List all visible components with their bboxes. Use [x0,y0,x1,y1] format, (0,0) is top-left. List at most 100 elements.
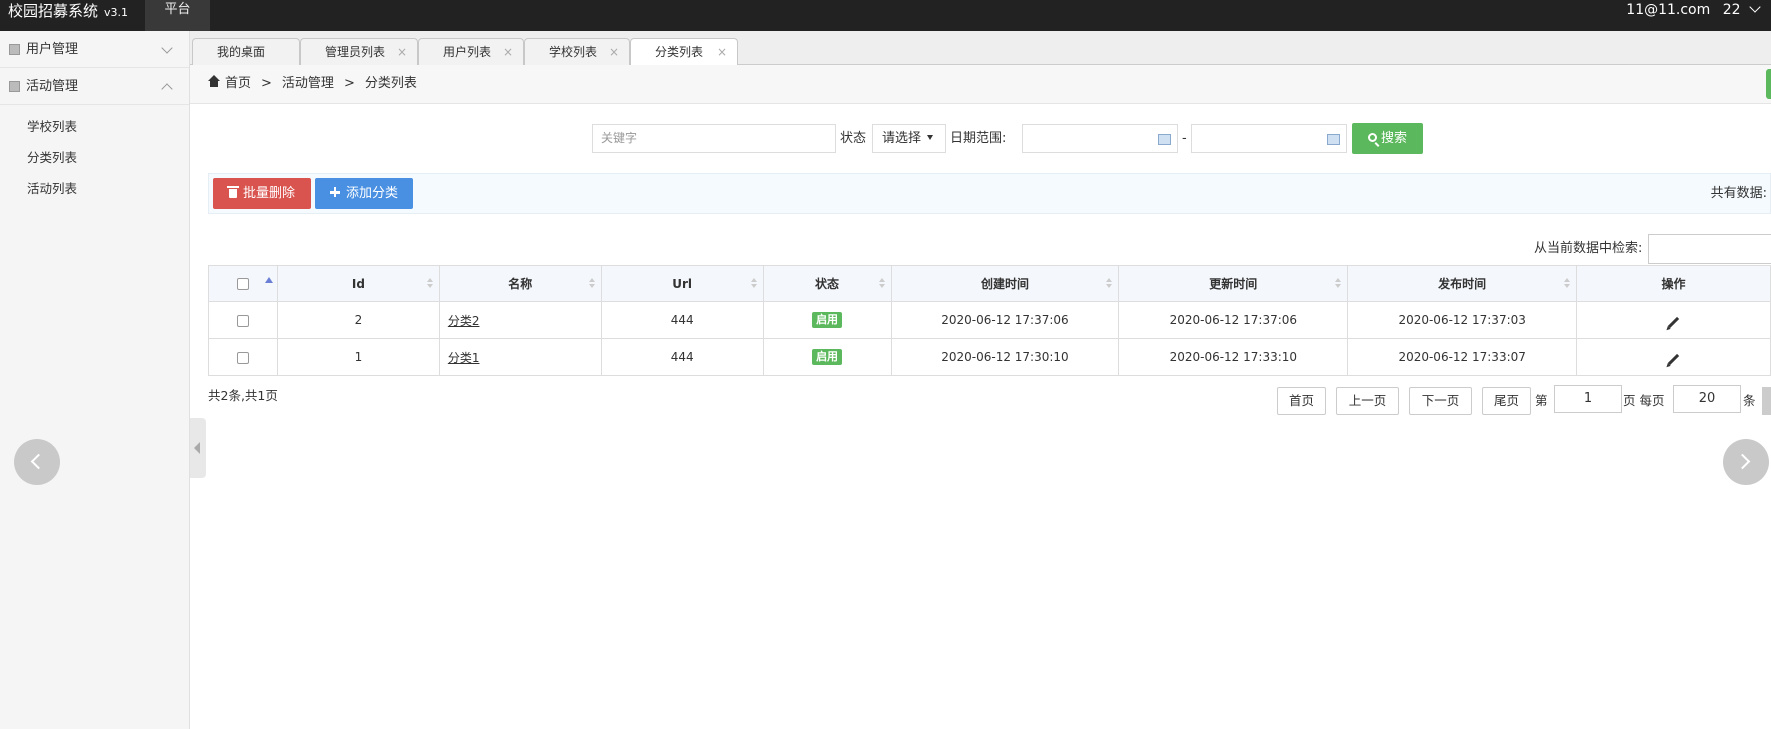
select-all-checkbox[interactable] [236,278,249,290]
edit-icon[interactable] [1667,353,1680,366]
column-header-url[interactable]: Url [600,265,764,302]
chevron-down-icon [161,42,173,54]
sort-icon [1335,278,1342,290]
header-label: 发布时间 [1438,277,1487,291]
select-all-header[interactable] [208,265,278,302]
tab-bar: 我的桌面 管理员列表 × 用户列表 × 学校列表 × 分类列表 × [190,31,1771,66]
sort-asc-icon[interactable] [264,277,273,283]
close-icon[interactable]: × [717,39,727,65]
sort-icon [1564,278,1571,290]
add-category-button[interactable]: 添加分类 [315,178,413,209]
tab-user-list[interactable]: 用户列表 × [418,38,524,65]
sidebar-group-activity-management[interactable]: 活动管理 [0,68,189,105]
breadcrumb-separator: > [261,76,272,91]
column-header-published[interactable]: 发布时间 [1347,265,1578,302]
header-label: 创建时间 [980,277,1029,291]
prev-arrow-button[interactable] [14,439,60,485]
status-badge: 启用 [812,349,843,365]
page-next-button[interactable]: 下一页 [1409,387,1472,415]
tab-school-list[interactable]: 学校列表 × [524,38,630,65]
menu-icon [9,81,20,92]
sort-icon [878,278,885,290]
menu-icon [9,44,20,55]
breadcrumb-level2: 分类列表 [364,76,417,91]
date-end-input[interactable] [1191,124,1347,153]
page-number-input[interactable]: 1 [1554,385,1622,413]
app-logo[interactable]: 校园招募系统 v3.1 [8,0,128,22]
cell-updated: 2020-06-12 17:33:10 [1118,338,1349,376]
cell-updated: 2020-06-12 17:37:06 [1118,301,1349,339]
page-go-button[interactable] [1762,387,1771,415]
refresh-button[interactable] [1766,69,1771,99]
edit-icon[interactable] [1667,316,1680,329]
status-select[interactable]: 请选择 [872,124,946,153]
column-header-updated[interactable]: 更新时间 [1118,265,1349,302]
add-category-label: 添加分类 [345,186,398,201]
date-start-input[interactable] [1022,124,1178,153]
page-prev-button[interactable]: 上一页 [1336,387,1399,415]
row-checkbox[interactable] [236,351,249,364]
breadcrumb-home[interactable]: 首页 [225,76,251,91]
keyword-search-input[interactable]: 关键字 [592,124,836,153]
sidebar-item-category-list[interactable]: 分类列表 [0,142,189,173]
table-row: 2 分类2 444 启用 2020-06-12 17:37:06 2020-06… [208,301,1771,339]
batch-delete-label: 批量删除 [242,186,295,201]
sort-icon [426,278,433,290]
page-prefix: 第 [1535,393,1548,408]
tab-admin-list[interactable]: 管理员列表 × [300,38,418,65]
user-menu[interactable]: 11@11.com 22 [1626,0,1761,20]
header-label: 名称 [508,277,533,291]
platform-menu[interactable]: 平台 [145,0,210,31]
per-page-input[interactable]: 20 [1673,385,1741,413]
tab-category-list[interactable]: 分类列表 × [630,38,738,66]
header-label: Id [351,276,365,291]
user-email: 11@11.com [1626,2,1711,18]
page-suffix: 页 每页 [1623,393,1665,408]
column-header-created[interactable]: 创建时间 [890,265,1120,302]
sidebar-item-activity-list[interactable]: 活动列表 [0,173,189,204]
sidebar-collapse-handle[interactable] [190,418,206,478]
search-icon [1367,133,1377,142]
filter-label: 从当前数据中检索: [1534,241,1643,256]
sidebar-submenu: 学校列表 分类列表 活动列表 [0,105,189,204]
tab-label: 学校列表 [549,45,598,59]
next-arrow-button[interactable] [1723,439,1769,485]
category-table: Id 名称 Url 状态 创建时间 更新时间 发布时间 操作 2 分类2 444… [208,265,1771,376]
row-checkbox[interactable] [236,314,249,327]
table-row: 1 分类1 444 启用 2020-06-12 17:30:10 2020-06… [208,338,1771,376]
sort-icon [750,278,757,290]
cell-status: 启用 [762,301,892,339]
category-name-link[interactable]: 分类2 [448,314,480,328]
close-icon[interactable]: × [397,39,407,65]
column-header-status[interactable]: 状态 [762,265,892,302]
header-label: Url [672,276,693,291]
tab-label: 我的桌面 [217,45,266,59]
batch-delete-button[interactable]: 批量删除 [213,178,311,209]
search-button[interactable]: 搜索 [1352,123,1423,154]
tab-label: 用户列表 [443,45,492,59]
table-header-row: Id 名称 Url 状态 创建时间 更新时间 发布时间 操作 [208,265,1771,302]
home-icon [208,75,220,87]
page-last-button[interactable]: 尾页 [1482,387,1531,415]
header-label: 更新时间 [1209,277,1258,291]
close-icon[interactable]: × [503,39,513,65]
caret-left-icon [194,442,200,454]
filter-input[interactable] [1648,234,1771,264]
column-header-id[interactable]: Id [276,265,440,302]
page-first-button[interactable]: 首页 [1277,387,1326,415]
tab-desktop[interactable]: 我的桌面 [192,38,300,65]
user-suffix: 22 [1722,2,1741,18]
app-version: v3.1 [104,6,129,19]
plus-icon [329,187,340,197]
cell-published: 2020-06-12 17:37:03 [1347,301,1578,339]
category-name-link[interactable]: 分类1 [448,351,480,365]
cell-status: 启用 [762,338,892,376]
sidebar-item-school-list[interactable]: 学校列表 [0,111,189,142]
close-icon[interactable]: × [609,39,619,65]
status-label: 状态 [840,131,867,146]
sidebar-group-user-management[interactable]: 用户管理 [0,31,189,68]
breadcrumb-separator: > [343,76,355,91]
column-header-name[interactable]: 名称 [438,265,602,302]
cell-id: 2 [276,301,440,339]
breadcrumb-level1[interactable]: 活动管理 [282,76,334,91]
